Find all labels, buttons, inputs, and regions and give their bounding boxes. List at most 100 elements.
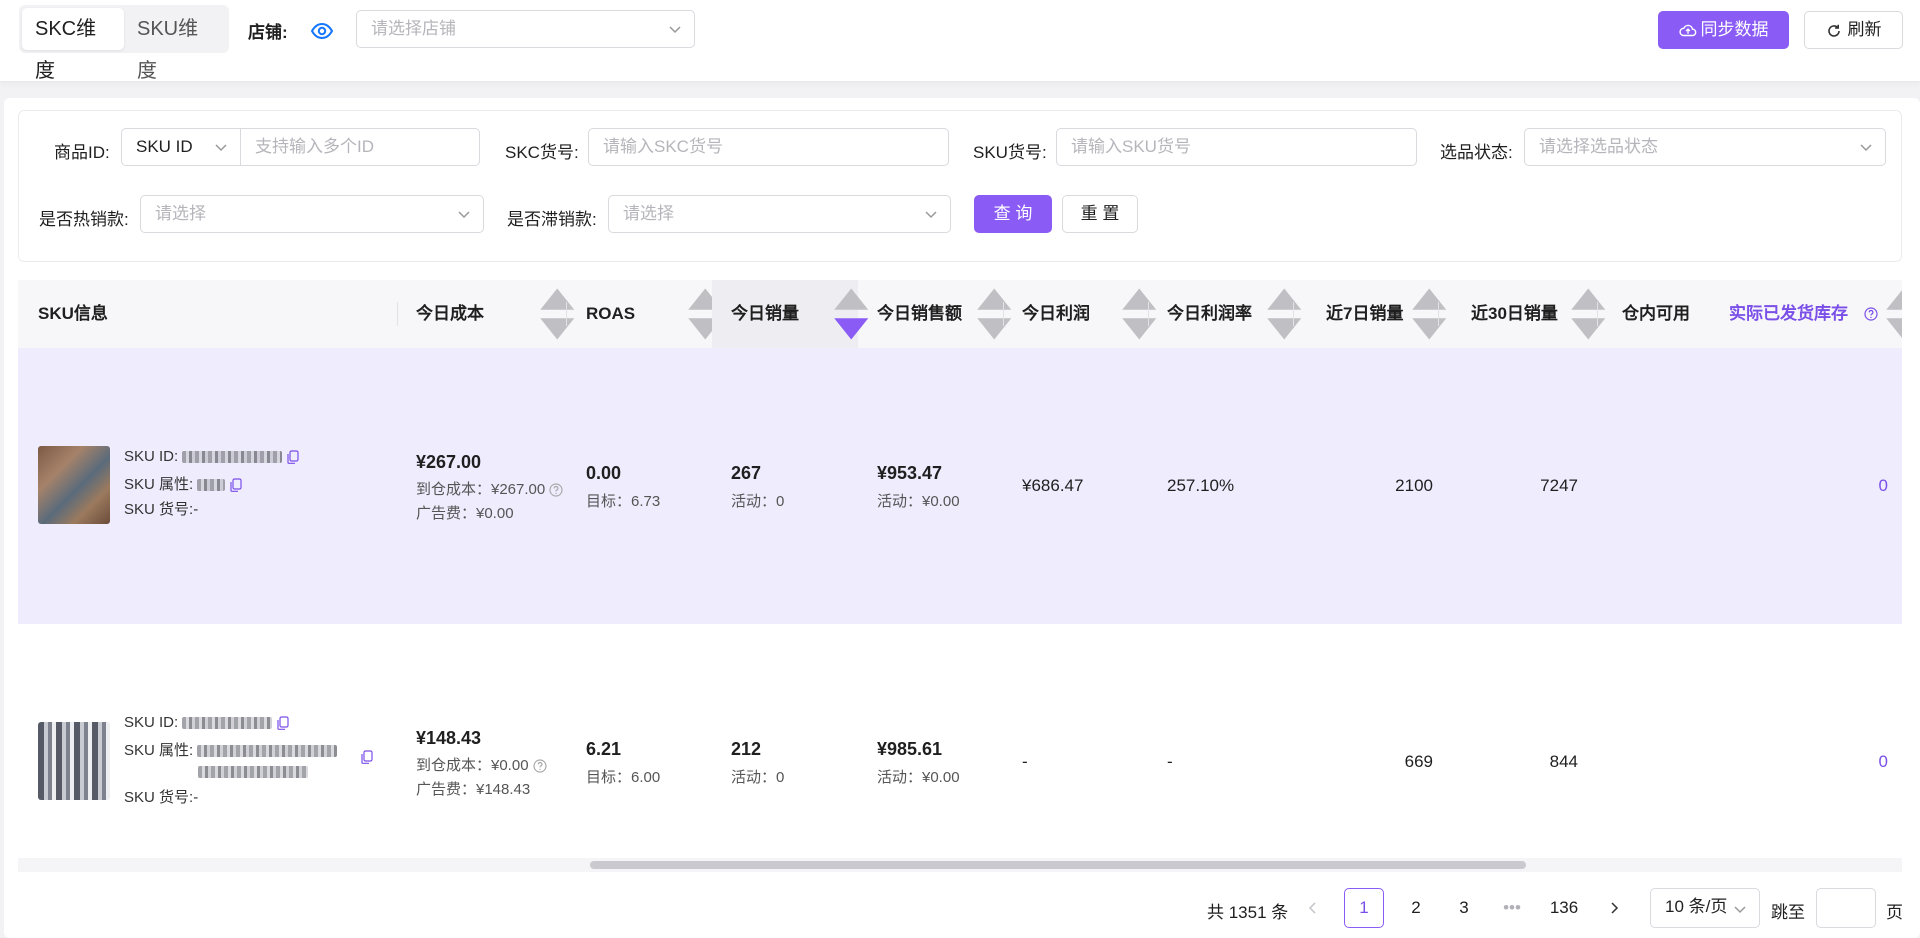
sync-data-button[interactable]: 同步数据 xyxy=(1658,11,1789,49)
page-size-value: 10 条/页 xyxy=(1665,897,1728,916)
chevron-down-icon xyxy=(925,211,937,219)
col-profit-rate-label: 今日利润率 xyxy=(1167,304,1252,323)
copy-icon[interactable] xyxy=(229,478,242,492)
product-id-input[interactable]: 支持输入多个ID xyxy=(240,128,480,166)
sku-no-label: SKU 货号: xyxy=(124,789,194,806)
tab-sku-dimension[interactable]: SKU维度 xyxy=(124,8,226,82)
table-row[interactable]: SKU ID: SKU 属性: SKU 货号:- ¥267.00 到仓成本：¥2… xyxy=(18,348,1902,624)
page-1-button[interactable]: 1 xyxy=(1344,888,1384,928)
id-type-value: SKU ID xyxy=(136,137,193,156)
col-sales-7d[interactable]: 近7日销量 xyxy=(1326,280,1403,348)
sku-no-value: - xyxy=(193,501,199,518)
hot-seller-select[interactable]: 请选择 xyxy=(140,195,484,233)
scrollbar-thumb[interactable] xyxy=(590,861,1526,869)
sort-icon[interactable] xyxy=(1118,280,1161,348)
status-label: 选品状态: xyxy=(1440,143,1513,162)
chevron-left-icon[interactable] xyxy=(1306,901,1320,915)
sort-icon[interactable] xyxy=(973,280,1016,348)
page-3-button[interactable]: 3 xyxy=(1444,888,1484,928)
column-divider xyxy=(1148,302,1149,326)
help-circle-icon[interactable] xyxy=(549,483,564,497)
product-thumbnail[interactable] xyxy=(38,722,110,800)
sort-icon[interactable] xyxy=(1567,280,1610,348)
sort-icon[interactable] xyxy=(1408,280,1451,348)
help-circle-icon[interactable] xyxy=(1864,307,1878,321)
today-revenue: ¥985.61 xyxy=(877,739,943,759)
skc-no-placeholder: 请输入SKC货号 xyxy=(603,137,723,156)
main-panel: 商品ID: SKU ID 支持输入多个ID SKC货号: 请输入SKC货号 SK… xyxy=(4,98,1920,938)
page-136-button[interactable]: 136 xyxy=(1540,888,1588,928)
column-divider xyxy=(1438,302,1439,326)
roas-value: 0.00 xyxy=(586,463,622,483)
skc-no-input[interactable]: 请输入SKC货号 xyxy=(588,128,949,166)
ad-fee: 广告费：¥148.43 xyxy=(416,781,531,798)
column-divider xyxy=(1293,302,1294,326)
total-count: 共 1351 条 xyxy=(1207,903,1289,922)
chevron-down-icon xyxy=(1860,144,1872,152)
shop-label: 店铺: xyxy=(248,23,288,42)
status-select[interactable]: 请选择选品状态 xyxy=(1524,128,1886,166)
jump-to-label: 跳至 xyxy=(1771,903,1805,922)
roas-target: 目标：6.00 xyxy=(586,769,661,786)
col-today-revenue[interactable]: 今日销售额 xyxy=(877,280,962,348)
refresh-button[interactable]: 刷新 xyxy=(1804,11,1903,49)
col-shipped-stock-label: 实际已发货库存 xyxy=(1729,304,1848,323)
revenue-activity: 活动：¥0.00 xyxy=(877,769,960,786)
today-profit: - xyxy=(1022,752,1028,771)
sort-icon[interactable] xyxy=(536,280,579,348)
eye-icon[interactable] xyxy=(310,19,334,43)
col-today-profit-label: 今日利润 xyxy=(1022,304,1090,323)
shipped-stock-link[interactable]: 0 xyxy=(1818,476,1888,496)
sku-no-line: SKU 货号:- xyxy=(124,498,198,519)
roas-value: 6.21 xyxy=(586,739,622,759)
copy-icon[interactable] xyxy=(276,716,289,730)
shop-select-placeholder: 请选择店铺 xyxy=(371,19,456,38)
chevron-right-icon[interactable] xyxy=(1607,901,1621,915)
sales-30d: 844 xyxy=(1549,752,1578,771)
sku-attr-value-redacted xyxy=(197,745,338,758)
slow-seller-select[interactable]: 请选择 xyxy=(608,195,951,233)
query-button[interactable]: 查 询 xyxy=(974,195,1052,233)
page-2-button[interactable]: 2 xyxy=(1396,888,1436,928)
cloud-sync-icon xyxy=(1678,24,1696,36)
col-today-cost-label: 今日成本 xyxy=(416,304,484,323)
sort-icon[interactable] xyxy=(1263,280,1306,348)
sales-7d: 669 xyxy=(1404,752,1433,771)
sku-table: SKU信息 今日成本 ROAS 今日销量 今日销售额 今日利润 今日利润率 近7… xyxy=(18,280,1902,868)
cost-to-warehouse-line: 到仓成本：¥0.00 xyxy=(416,754,547,775)
chevron-down-icon xyxy=(458,211,470,219)
col-shipped-stock[interactable]: 实际已发货库存 xyxy=(1729,280,1848,348)
tab-skc-dimension[interactable]: SKC维度 xyxy=(22,8,124,82)
sku-no-value: - xyxy=(193,789,199,806)
sku-attr-value-redacted xyxy=(198,765,308,778)
jump-page-input[interactable] xyxy=(1816,888,1876,928)
page-size-select[interactable]: 10 条/页 xyxy=(1650,888,1760,928)
help-circle-icon[interactable] xyxy=(533,759,547,773)
col-sales-7d-label: 近7日销量 xyxy=(1326,304,1404,323)
page-ellipsis[interactable]: ••• xyxy=(1492,888,1532,928)
col-sales-30d[interactable]: 近30日销量 xyxy=(1471,280,1558,348)
ad-fee: 广告费：¥0.00 xyxy=(416,505,514,522)
sort-icon[interactable] xyxy=(1882,280,1902,348)
col-today-cost[interactable]: 今日成本 xyxy=(416,280,484,348)
col-today-profit[interactable]: 今日利润 xyxy=(1022,280,1090,348)
col-profit-rate[interactable]: 今日利润率 xyxy=(1167,280,1252,348)
shop-select[interactable]: 请选择店铺 xyxy=(356,10,695,48)
sku-no-input[interactable]: 请输入SKU货号 xyxy=(1056,128,1417,166)
horizontal-scrollbar[interactable] xyxy=(18,858,1902,872)
sku-attr-label: SKU 属性: xyxy=(124,476,194,493)
sort-desc-icon[interactable] xyxy=(830,280,873,348)
col-roas[interactable]: ROAS xyxy=(586,280,635,348)
sku-id-label: SKU ID: xyxy=(124,448,179,465)
product-id-label: 商品ID: xyxy=(54,143,110,162)
copy-icon[interactable] xyxy=(361,750,373,764)
reset-button[interactable]: 重 置 xyxy=(1062,195,1138,233)
shipped-stock-link[interactable]: 0 xyxy=(1818,752,1888,772)
table-row[interactable]: SKU ID: SKU 属性: SKU 货号:- ¥148.43 到仓成本：¥0… xyxy=(18,624,1902,868)
copy-icon[interactable] xyxy=(286,450,299,464)
sku-no-label: SKU 货号: xyxy=(124,501,194,518)
revenue-activity: 活动：¥0.00 xyxy=(877,493,960,510)
sales-activity: 活动：0 xyxy=(731,493,785,510)
id-type-select[interactable]: SKU ID xyxy=(121,128,241,166)
product-thumbnail[interactable] xyxy=(38,446,110,524)
